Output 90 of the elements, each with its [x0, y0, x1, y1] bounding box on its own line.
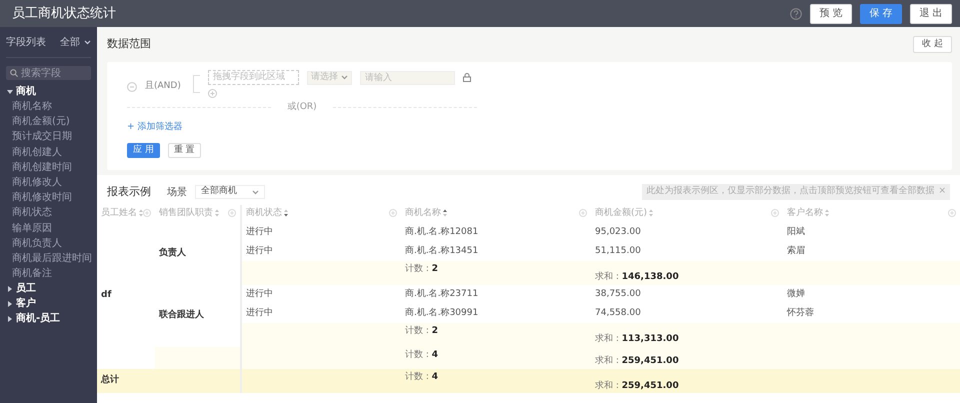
- or-label: 或(OR): [287, 101, 317, 114]
- subtotal-sum: 求和 : 146,138.00: [595, 270, 680, 284]
- add-filter-link[interactable]: + 添加筛选器: [127, 120, 182, 134]
- plus-circle-icon[interactable]: [389, 209, 397, 218]
- subtotal-count: 计数 : 2: [405, 263, 440, 276]
- tree-node[interactable]: 客户: [16, 296, 36, 312]
- table-cell: 95,023.00: [595, 226, 641, 237]
- sort-icon[interactable]: [443, 208, 447, 217]
- plus-circle-icon[interactable]: [771, 209, 779, 218]
- table-cell: 商.机.名.称13451: [405, 246, 478, 256]
- total-sum: 求和 : 259,451.00: [595, 380, 680, 392]
- field-item[interactable]: 商机修改人: [0, 174, 97, 190]
- chevron-down-icon: [252, 190, 259, 194]
- caret-down-icon[interactable]: [7, 88, 13, 94]
- collapse-button[interactable]: 收 起: [913, 36, 952, 52]
- column-header[interactable]: 员工姓名: [101, 208, 137, 218]
- column-header[interactable]: 商机状态: [246, 208, 282, 218]
- section-title: 报表示例: [107, 184, 151, 200]
- field-item[interactable]: 商机创建时间: [0, 160, 97, 175]
- table-cell: 商.机.名.称12081: [405, 226, 478, 237]
- table-cell: 阳斌: [787, 226, 805, 237]
- row-group-label: df: [101, 290, 112, 300]
- lock-icon: [463, 73, 471, 82]
- field-item[interactable]: 商机金额(元): [0, 114, 97, 130]
- column-header[interactable]: 客户名称: [787, 208, 823, 218]
- row-group-label: 联合跟进人: [159, 310, 204, 320]
- caret-right-icon[interactable]: [7, 286, 13, 292]
- help-icon[interactable]: [790, 8, 802, 20]
- column-header[interactable]: 商机金额(元): [595, 208, 648, 218]
- apply-button[interactable]: 应 用: [127, 143, 160, 158]
- table-cell: 商.机.名.称30991: [405, 308, 478, 318]
- field-item[interactable]: 商机最后跟进时间: [0, 250, 97, 266]
- row-group-label: 负责人: [159, 248, 186, 258]
- plus-circle-icon[interactable]: [228, 209, 236, 218]
- subtotal-sum: 求和 : 259,451.00: [595, 354, 680, 368]
- field-item[interactable]: 商机修改时间: [0, 190, 97, 206]
- and-label: 且(AND): [145, 80, 182, 93]
- notice-text: 此处为报表示例区，仅显示部分数据，点击顶部预览按钮可查看全部数据: [646, 185, 934, 198]
- toolbar-button[interactable]: 预 览: [810, 4, 852, 24]
- total-count: 计数 : 4: [405, 371, 440, 384]
- field-item[interactable]: 商机创建人: [0, 144, 97, 160]
- tree-node[interactable]: 商机-员工: [16, 311, 60, 326]
- table-cell: 74,558.00: [595, 308, 641, 318]
- column-header[interactable]: 商机名称: [405, 208, 441, 218]
- value-input[interactable]: 请输入: [360, 70, 455, 84]
- toolbar-button[interactable]: 保 存: [860, 4, 902, 24]
- field-item[interactable]: 预计成交日期: [0, 129, 97, 145]
- table-cell: 进行中: [246, 308, 273, 318]
- toolbar-button[interactable]: 退 出: [910, 4, 952, 24]
- chevron-down-icon: [341, 75, 348, 80]
- column-header[interactable]: 销售团队职责: [159, 208, 213, 218]
- window-title: 员工商机状态统计: [11, 4, 117, 23]
- minus-circle-icon[interactable]: [127, 82, 137, 92]
- subtotal-sum: 求和 : 113,313.00: [595, 332, 680, 346]
- sort-icon[interactable]: [284, 208, 288, 217]
- table-cell: 进行中: [246, 288, 273, 299]
- subtotal-count: 计数 : 4: [405, 349, 440, 362]
- table-cell: 怀芬蓉: [787, 308, 814, 318]
- table-cell: 进行中: [246, 226, 273, 237]
- plus-circle-icon[interactable]: [948, 209, 956, 218]
- tree-node[interactable]: 商机: [16, 84, 36, 99]
- search-icon: [10, 69, 18, 77]
- sidebar-title: 字段列表: [6, 36, 46, 50]
- field-item[interactable]: 输单原因: [0, 220, 97, 236]
- section-title: 数据范围: [107, 36, 151, 52]
- field-item[interactable]: 商机备注: [0, 266, 97, 282]
- reset-button[interactable]: 重 置: [168, 143, 201, 158]
- chevron-down-icon: [84, 40, 91, 44]
- field-item[interactable]: 商机负责人: [0, 236, 97, 251]
- scope-dropdown[interactable]: 全部: [60, 34, 91, 50]
- tree-node[interactable]: 员工: [16, 281, 36, 296]
- caret-right-icon[interactable]: [7, 300, 13, 307]
- caret-right-icon[interactable]: [7, 316, 13, 322]
- scene-label: 场景: [167, 186, 187, 200]
- subtotal-count: 计数 : 2: [405, 325, 440, 338]
- plus-circle-icon[interactable]: [143, 209, 151, 218]
- plus-circle-icon[interactable]: [579, 209, 587, 218]
- table-cell: 微婵: [787, 288, 805, 299]
- total-label: 总计: [101, 375, 119, 386]
- table-cell: 索眉: [787, 246, 805, 256]
- table-cell: 进行中: [246, 246, 273, 256]
- table-cell: 38,755.00: [595, 288, 641, 299]
- table-cell: 51,115.00: [595, 246, 641, 256]
- field-item[interactable]: 商机状态: [0, 205, 97, 220]
- bracket-line: [193, 75, 200, 93]
- field-item[interactable]: 商机名称: [0, 99, 97, 114]
- table-cell: 商.机.名.称23711: [405, 288, 478, 299]
- plus-circle-icon[interactable]: [208, 89, 217, 98]
- search-field[interactable]: 搜索字段: [6, 66, 91, 80]
- scene-select[interactable]: 全部商机: [195, 185, 265, 199]
